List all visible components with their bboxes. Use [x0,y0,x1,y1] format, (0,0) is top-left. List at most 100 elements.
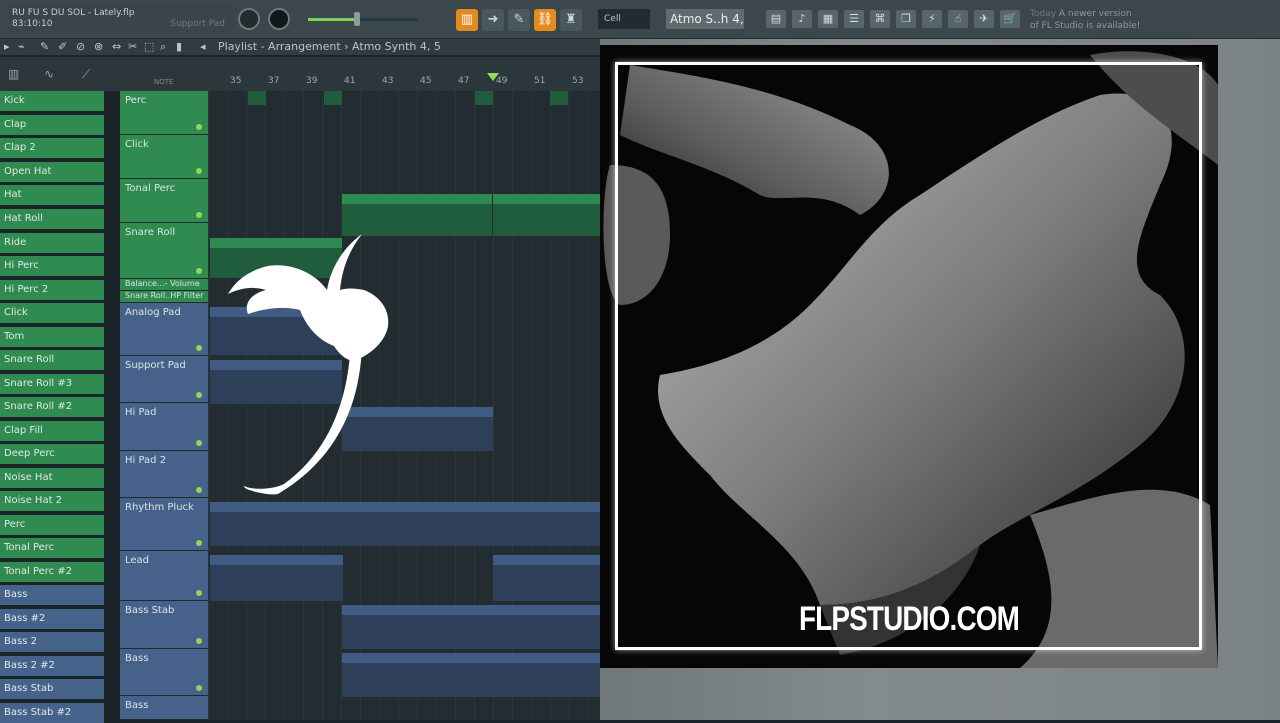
pattern-clip[interactable]: Ton..rc [567,194,600,236]
track-led[interactable] [196,685,202,691]
touch-controller-icon[interactable]: ☝ [948,10,968,28]
channel-item[interactable]: Open Hat [0,162,104,182]
pattern-clip[interactable] [248,91,266,105]
channel-item[interactable]: Hat Roll [0,209,104,229]
pattern-clip[interactable]: Bass Stab [342,605,417,649]
stamp-icon[interactable]: ♜ [560,9,582,31]
master-volume-knob[interactable] [238,8,260,30]
channel-item[interactable]: Snare Roll #2 [0,397,104,417]
pattern-clip[interactable]: Rhy..#2 [475,502,513,546]
piano-roll-button[interactable]: ▥ [456,9,478,31]
pattern-clip[interactable]: Ton..rc [418,194,456,236]
track-header[interactable]: Analog Pad [120,303,208,356]
channel-item[interactable]: Deep Perc [0,444,104,464]
pattern-clip[interactable]: Rhy..ck [437,502,475,546]
playhead-marker[interactable] [487,73,499,81]
speaker-icon[interactable]: ◂ [200,40,206,53]
playlist-window-icon[interactable]: ▤ [766,10,786,28]
track-header[interactable]: Click [120,135,208,179]
pencil-icon[interactable]: ✎ [40,40,49,53]
channel-item[interactable]: Bass #2 [0,609,104,629]
channel-item[interactable]: Bass 2 #2 [0,656,104,676]
track-led[interactable] [196,345,202,351]
pattern-clip[interactable] [475,91,493,105]
track-led[interactable] [196,590,202,596]
channel-item[interactable]: Hi Perc [0,256,104,276]
pattern-clip[interactable]: Lead [568,555,600,601]
pattern-clip[interactable]: Rhy..ck [247,502,285,546]
track-led[interactable] [196,268,202,274]
track-led[interactable] [196,540,202,546]
track-led[interactable] [196,440,202,446]
track-header[interactable]: Snare Roll [120,223,208,279]
track-led[interactable] [196,392,202,398]
brand-url[interactable]: FLPSTUDIO.COM [656,600,1163,639]
pattern-clip[interactable] [324,91,342,105]
track-led[interactable] [196,124,202,130]
channel-item[interactable]: Clap 2 [0,138,104,158]
channel-item[interactable]: Clap [0,115,104,135]
playback-icon[interactable]: ▮ [176,40,182,53]
timeline-ruler[interactable]: 35 37 39 41 43 45 47 49 51 53 [208,57,600,91]
channel-item[interactable]: Ride [0,233,104,253]
paint-icon[interactable]: ✐ [58,40,67,53]
pattern-clip[interactable] [550,91,568,105]
pattern-clip[interactable]: Bass Stab [493,605,568,649]
channel-item[interactable]: Bass Stab #2 [0,703,104,723]
slider-thumb[interactable] [354,12,360,26]
track-header[interactable]: Snare Roll..HP Filter [120,291,208,303]
track-header[interactable]: Bass Stab [120,601,208,649]
track-led[interactable] [196,168,202,174]
plugin-icon[interactable]: ⚡ [922,10,942,28]
select-icon[interactable]: ⬚ [144,40,154,53]
channel-item[interactable]: Clap Fill [0,421,104,441]
channel-item[interactable]: Bass Stab [0,679,104,699]
pattern-clip[interactable]: Bass Stab #2 [417,605,493,649]
track-header[interactable]: Bass [120,696,208,720]
track-header[interactable]: Lead [120,551,208,601]
browser-icon[interactable]: ❐ [896,10,916,28]
pattern-clip[interactable]: Bass [493,653,568,697]
pattern-clip[interactable]: Rhy..#2 [323,502,361,546]
pattern-clip[interactable]: Lead [273,555,343,601]
slice-icon[interactable]: ✂ [128,40,137,53]
delete-icon[interactable]: ⊘ [76,40,85,53]
track-led[interactable] [196,487,202,493]
pattern-clip[interactable]: Lead [493,555,568,601]
pattern-clip[interactable]: Ton..rc [493,194,531,236]
pattern-clip[interactable]: Rhy..ck [210,502,247,546]
pattern-clip[interactable]: Rhy..ck [361,502,399,546]
shop-icon[interactable]: 🛒 [1000,10,1020,28]
menu-arrow-icon[interactable]: ▸ [4,40,10,53]
snap-magnet-icon[interactable]: ⌁ [18,40,25,53]
track-header[interactable]: Hi Pad [120,403,208,451]
track-header[interactable]: Support Pad [120,356,208,403]
snap-select[interactable]: Cell [598,9,650,29]
channel-rack-icon[interactable]: ▦ [818,10,838,28]
track-header[interactable]: Hi Pad 2 [120,451,208,498]
pattern-clip[interactable]: Rhy..ck [551,502,600,546]
master-pitch-knob[interactable] [268,8,290,30]
piano-icon[interactable]: ▥ [8,67,19,81]
channel-item[interactable]: Snare Roll #3 [0,374,104,394]
track-header[interactable]: Tonal Perc [120,179,208,223]
pattern-clip[interactable]: Rhy..ck [513,502,551,546]
automation-icon[interactable]: ⟋ [82,67,90,82]
audio-clip-icon[interactable]: ∿ [44,67,54,81]
channel-item[interactable]: Noise Hat 2 [0,491,104,511]
pattern-clip[interactable]: Bass [568,605,600,649]
piano-roll-window-icon[interactable]: ♪ [792,10,812,28]
pattern-clip[interactable]: Hi Pad [417,407,493,451]
track-led[interactable] [196,638,202,644]
channel-item[interactable]: Noise Hat [0,468,104,488]
track-header[interactable]: Perc [120,91,208,135]
channel-item[interactable]: Tom [0,327,104,347]
pattern-clip[interactable]: Bass #2 [417,653,493,697]
channel-item[interactable]: Bass [0,585,104,605]
master-level-slider[interactable] [308,12,418,26]
tempo-tapper-icon[interactable]: ✈ [974,10,994,28]
pattern-clip[interactable]: To..#2 [456,194,492,236]
channel-item[interactable]: Bass 2 [0,632,104,652]
slip-icon[interactable]: ⇔ [112,40,121,53]
channel-item[interactable]: Kick [0,91,104,111]
